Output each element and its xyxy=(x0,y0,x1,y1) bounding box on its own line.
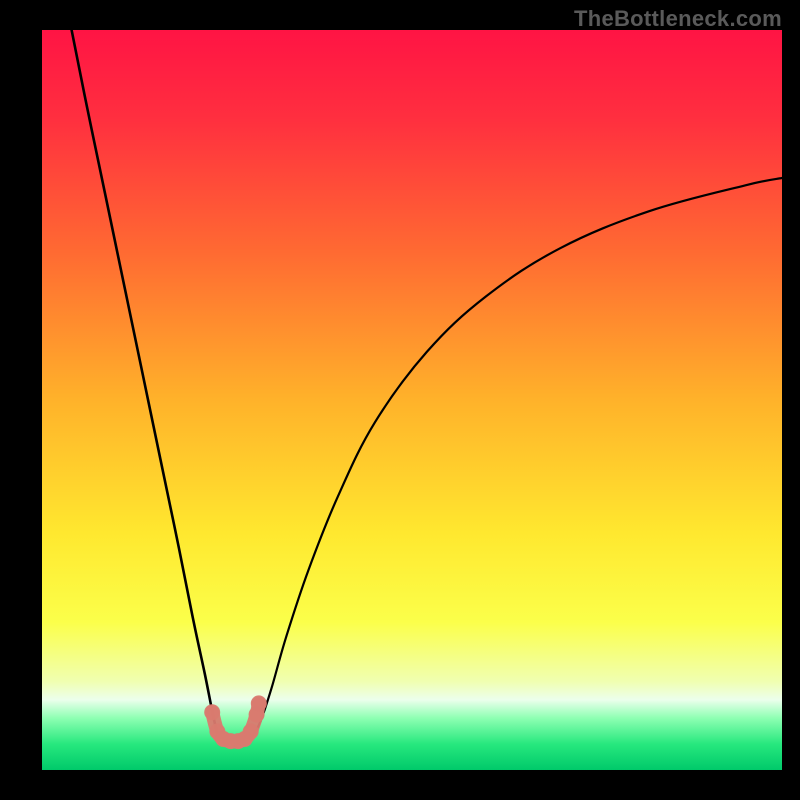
plot-area xyxy=(42,30,782,770)
bottleneck-curve-left xyxy=(72,30,223,738)
curve-layer xyxy=(42,30,782,770)
watermark-text: TheBottleneck.com xyxy=(574,6,782,32)
valley-marker-band xyxy=(204,695,267,749)
chart-frame: TheBottleneck.com xyxy=(0,0,800,800)
bottleneck-curve-right xyxy=(251,178,782,738)
